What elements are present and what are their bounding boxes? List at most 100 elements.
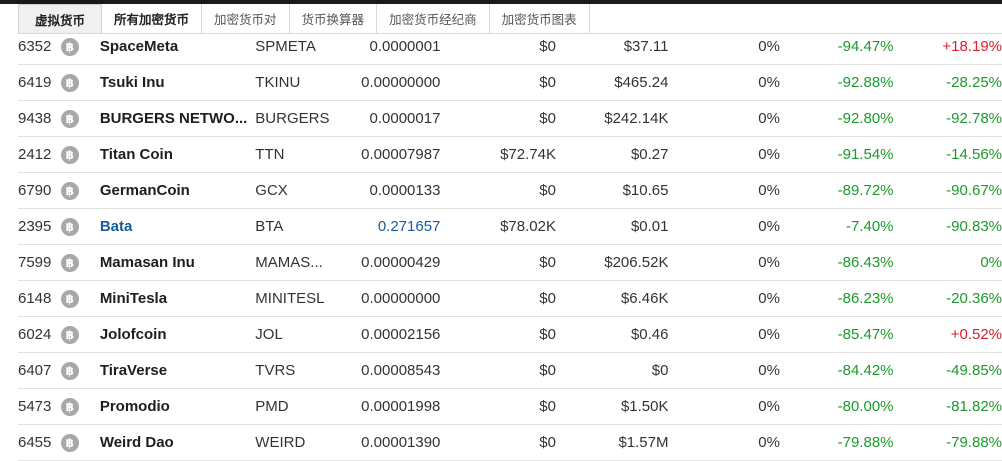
table-row[interactable]: 6352 ฿ SpaceMeta SPMETA 0.0000001 $0 $37… bbox=[18, 29, 1002, 65]
rank-cell: 9438 bbox=[18, 101, 53, 137]
rank-cell: 5473 bbox=[18, 389, 53, 425]
symbol-cell: WEIRD bbox=[255, 425, 351, 461]
crypto-table: 6352 ฿ SpaceMeta SPMETA 0.0000001 $0 $37… bbox=[18, 29, 1002, 461]
change-7d-cell: -92.78% bbox=[894, 101, 1002, 137]
market-cap-cell: $206.52K bbox=[556, 245, 669, 281]
symbol-cell: TTN bbox=[255, 137, 351, 173]
symbol-cell: MAMAS... bbox=[255, 245, 351, 281]
share-cell: 0% bbox=[668, 29, 779, 65]
price-cell: 0.00002156 bbox=[351, 317, 440, 353]
share-cell: 0% bbox=[668, 425, 779, 461]
bitcoin-icon: ฿ bbox=[61, 218, 79, 236]
coin-name-link[interactable]: Jolofcoin bbox=[100, 317, 255, 353]
symbol-cell: SPMETA bbox=[255, 29, 351, 65]
volume-cell: $0 bbox=[440, 29, 556, 65]
coin-name-link[interactable]: Bata bbox=[100, 209, 255, 245]
change-7d-cell: -90.83% bbox=[894, 209, 1002, 245]
symbol-cell: GCX bbox=[255, 173, 351, 209]
share-cell: 0% bbox=[668, 353, 779, 389]
price-cell: 0.0000133 bbox=[351, 173, 440, 209]
market-cap-cell: $0.46 bbox=[556, 317, 669, 353]
market-cap-cell: $0.27 bbox=[556, 137, 669, 173]
table-row[interactable]: 7599 ฿ Mamasan Inu MAMAS... 0.00000429 $… bbox=[18, 245, 1002, 281]
volume-cell: $0 bbox=[440, 425, 556, 461]
rank-cell: 6455 bbox=[18, 425, 53, 461]
table-row[interactable]: 5473 ฿ Promodio PMD 0.00001998 $0 $1.50K… bbox=[18, 389, 1002, 425]
market-cap-cell: $0 bbox=[556, 353, 669, 389]
symbol-cell: BTA bbox=[255, 209, 351, 245]
table-row[interactable]: 6419 ฿ Tsuki Inu TKINU 0.00000000 $0 $46… bbox=[18, 65, 1002, 101]
volume-cell: $0 bbox=[440, 245, 556, 281]
bitcoin-icon: ฿ bbox=[61, 398, 79, 416]
change-7d-cell: -81.82% bbox=[894, 389, 1002, 425]
change-7d-cell: -90.67% bbox=[894, 173, 1002, 209]
coin-name-link[interactable]: Titan Coin bbox=[100, 137, 255, 173]
market-cap-cell: $1.50K bbox=[556, 389, 669, 425]
bitcoin-icon: ฿ bbox=[61, 146, 79, 164]
volume-cell: $0 bbox=[440, 281, 556, 317]
share-cell: 0% bbox=[668, 173, 779, 209]
change-24h-cell: -94.47% bbox=[780, 29, 894, 65]
table-row[interactable]: 6790 ฿ GermanCoin GCX 0.0000133 $0 $10.6… bbox=[18, 173, 1002, 209]
symbol-cell: TVRS bbox=[255, 353, 351, 389]
rank-cell: 6024 bbox=[18, 317, 53, 353]
coin-name-link[interactable]: MiniTesla bbox=[100, 281, 255, 317]
bitcoin-icon: ฿ bbox=[61, 110, 79, 128]
market-cap-cell: $242.14K bbox=[556, 101, 669, 137]
rank-cell: 7599 bbox=[18, 245, 53, 281]
market-cap-cell: $10.65 bbox=[556, 173, 669, 209]
coin-name-link[interactable]: BURGERS NETWO... bbox=[100, 101, 255, 137]
coin-name-link[interactable]: TiraVerse bbox=[100, 353, 255, 389]
volume-cell: $0 bbox=[440, 173, 556, 209]
share-cell: 0% bbox=[668, 389, 779, 425]
symbol-cell: BURGERS bbox=[255, 101, 351, 137]
volume-cell: $72.74K bbox=[440, 137, 556, 173]
coin-name-link[interactable]: Tsuki Inu bbox=[100, 65, 255, 101]
volume-cell: $0 bbox=[440, 353, 556, 389]
table-row[interactable]: 2412 ฿ Titan Coin TTN 0.00007987 $72.74K… bbox=[18, 137, 1002, 173]
volume-cell: $0 bbox=[440, 317, 556, 353]
bitcoin-icon: ฿ bbox=[61, 326, 79, 344]
coin-name-link[interactable]: Mamasan Inu bbox=[100, 245, 255, 281]
market-cap-cell: $0.01 bbox=[556, 209, 669, 245]
bitcoin-icon: ฿ bbox=[61, 290, 79, 308]
bitcoin-icon: ฿ bbox=[61, 362, 79, 380]
coin-name-link[interactable]: SpaceMeta bbox=[100, 29, 255, 65]
market-cap-cell: $1.57M bbox=[556, 425, 669, 461]
bitcoin-icon: ฿ bbox=[61, 182, 79, 200]
coin-name-link[interactable]: GermanCoin bbox=[100, 173, 255, 209]
table-row[interactable]: 6407 ฿ TiraVerse TVRS 0.00008543 $0 $0 0… bbox=[18, 353, 1002, 389]
symbol-cell: JOL bbox=[255, 317, 351, 353]
share-cell: 0% bbox=[668, 137, 779, 173]
change-7d-cell: +0.52% bbox=[894, 317, 1002, 353]
rank-cell: 6352 bbox=[18, 29, 53, 65]
price-cell: 0.00000000 bbox=[351, 281, 440, 317]
price-cell: 0.0000017 bbox=[351, 101, 440, 137]
table-row[interactable]: 6455 ฿ Weird Dao WEIRD 0.00001390 $0 $1.… bbox=[18, 425, 1002, 461]
volume-cell: $0 bbox=[440, 101, 556, 137]
volume-cell: $78.02K bbox=[440, 209, 556, 245]
rank-cell: 2412 bbox=[18, 137, 53, 173]
coin-name-link[interactable]: Weird Dao bbox=[100, 425, 255, 461]
table-row[interactable]: 6148 ฿ MiniTesla MINITESL 0.00000000 $0 … bbox=[18, 281, 1002, 317]
price-link[interactable]: 0.271657 bbox=[351, 209, 440, 245]
rank-cell: 6790 bbox=[18, 173, 53, 209]
share-cell: 0% bbox=[668, 281, 779, 317]
table-row[interactable]: 9438 ฿ BURGERS NETWO... BURGERS 0.000001… bbox=[18, 101, 1002, 137]
bitcoin-icon: ฿ bbox=[61, 38, 79, 56]
market-cap-cell: $37.11 bbox=[556, 29, 669, 65]
price-cell: 0.00001998 bbox=[351, 389, 440, 425]
table-row[interactable]: 2395 ฿ Bata BTA 0.271657 $78.02K $0.01 0… bbox=[18, 209, 1002, 245]
change-24h-cell: -7.40% bbox=[780, 209, 894, 245]
share-cell: 0% bbox=[668, 65, 779, 101]
coin-name-link[interactable]: Promodio bbox=[100, 389, 255, 425]
change-24h-cell: -89.72% bbox=[780, 173, 894, 209]
market-cap-cell: $6.46K bbox=[556, 281, 669, 317]
symbol-cell: MINITESL bbox=[255, 281, 351, 317]
change-24h-cell: -86.43% bbox=[780, 245, 894, 281]
rank-cell: 6419 bbox=[18, 65, 53, 101]
price-cell: 0.00000429 bbox=[351, 245, 440, 281]
share-cell: 0% bbox=[668, 101, 779, 137]
table-row[interactable]: 6024 ฿ Jolofcoin JOL 0.00002156 $0 $0.46… bbox=[18, 317, 1002, 353]
volume-cell: $0 bbox=[440, 65, 556, 101]
